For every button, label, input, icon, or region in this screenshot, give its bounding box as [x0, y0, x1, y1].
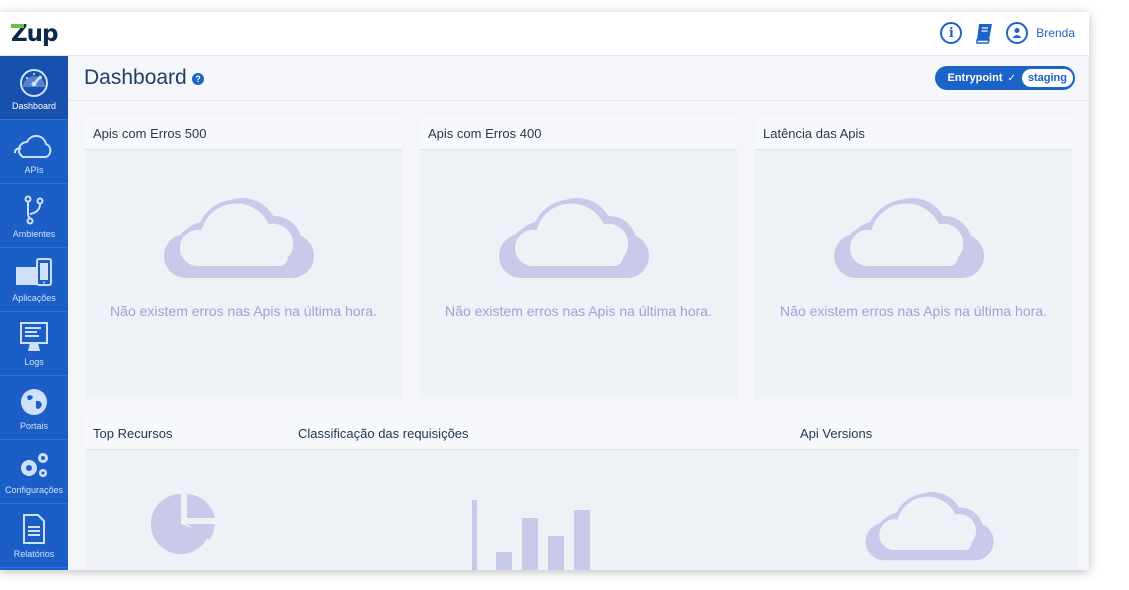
pie-chart-placeholder-icon: [151, 493, 215, 554]
sidebar-item-dashboard[interactable]: Dashboard: [0, 56, 68, 120]
sidebar: Dashboard APIs Ambientes Aplicações Logs…: [0, 56, 68, 570]
cloud-placeholder-icon: [164, 198, 314, 278]
devices-icon: [16, 258, 52, 286]
sidebar-item-label: APIs: [24, 165, 44, 175]
bar-chart-placeholder-icon: [472, 500, 590, 570]
help-icon[interactable]: ?: [192, 73, 204, 85]
card-title: Top Recursos: [85, 416, 290, 450]
user-name[interactable]: Brenda: [1036, 26, 1075, 40]
sidebar-item-label: Portais: [19, 421, 48, 431]
book-icon[interactable]: [974, 22, 994, 44]
sidebar-item-label: Aplicações: [12, 293, 56, 303]
speedometer-icon: [20, 69, 48, 97]
empty-state-message: Não existem erros nas Apis na última hor…: [445, 303, 712, 319]
app-window: Zup i Brenda Dashboard APIs Ambientes Ap…: [0, 12, 1089, 570]
document-icon: [23, 514, 45, 544]
card-top-recursos: Top Recursos: [85, 416, 290, 570]
globe-icon: [21, 389, 47, 415]
environment-label: Entrypoint: [947, 72, 1003, 84]
chevron-down-icon: ✓: [1007, 72, 1016, 84]
sidebar-item-configuracoes[interactable]: Configurações: [0, 440, 68, 504]
sidebar-item-label: Ambientes: [12, 229, 56, 239]
environment-value[interactable]: staging: [1021, 69, 1073, 87]
info-icon[interactable]: i: [940, 22, 963, 44]
empty-state-message: Não existem erros nas Apis na última hor…: [780, 303, 1047, 319]
sidebar-item-apis[interactable]: APIs: [0, 120, 68, 184]
page-title: Dashboard: [84, 66, 187, 89]
sidebar-item-ambientes[interactable]: Ambientes: [0, 184, 68, 248]
card-title: Apis com Erros 500: [85, 116, 402, 150]
sidebar-item-label: Configurações: [4, 485, 64, 495]
cloud-icon: [13, 135, 52, 158]
card-api-versions: Api Versions: [792, 416, 1079, 570]
card-title: Classificação das requisições: [290, 416, 792, 450]
cloud-placeholder-icon: [499, 198, 649, 278]
card-title: Api Versions: [792, 416, 1079, 450]
empty-state-message: Não existem erros nas Apis na última hor…: [110, 303, 377, 319]
sidebar-item-portais[interactable]: Portais: [0, 376, 68, 440]
card-apis-erros-500: Apis com Erros 500 Não existem erros nas…: [85, 116, 402, 399]
top-bar: Zup i Brenda: [0, 12, 1089, 56]
sidebar-item-label: Dashboard: [11, 101, 57, 111]
cloud-placeholder-icon: [865, 492, 994, 561]
user-icon[interactable]: [1006, 22, 1029, 44]
gears-icon: [21, 453, 48, 477]
environment-selector[interactable]: Entrypoint ✓ staging: [935, 66, 1075, 90]
card-title: Latência das Apis: [755, 116, 1072, 150]
sidebar-item-logs[interactable]: Logs: [0, 312, 68, 376]
sidebar-item-relatorios[interactable]: Relatórios: [0, 504, 68, 568]
page-header: Dashboard ? Entrypoint ✓ staging: [68, 56, 1089, 101]
card-title: Apis com Erros 400: [420, 116, 737, 150]
cloud-placeholder-icon: [834, 198, 984, 278]
zup-logo[interactable]: Zup: [11, 21, 59, 47]
monitor-icon: [20, 322, 48, 351]
sidebar-item-label: Relatórios: [13, 549, 55, 559]
sidebar-item-aplicacoes[interactable]: Aplicações: [0, 248, 68, 312]
card-apis-erros-400: Apis com Erros 400 Não existem erros nas…: [420, 116, 737, 399]
top-right-actions: i Brenda: [940, 22, 1075, 44]
sidebar-item-label: Logs: [24, 357, 44, 367]
logo-accent: [11, 24, 24, 28]
branch-icon: [24, 195, 44, 225]
card-classificacao-requisicoes: Classificação das requisições: [290, 416, 792, 570]
card-latencia-apis: Latência das Apis Não existem erros nas …: [755, 116, 1072, 399]
